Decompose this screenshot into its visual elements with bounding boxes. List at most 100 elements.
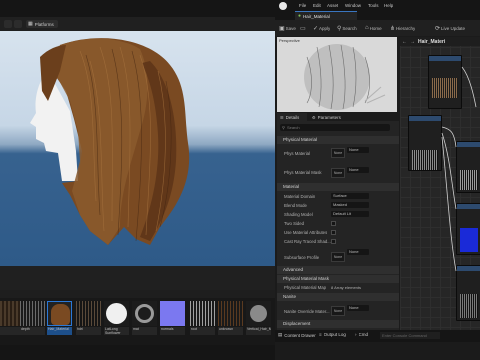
details-search-placeholder: Search: [286, 125, 300, 130]
cmd-label: Cmd: [358, 332, 369, 337]
asset-thumb-7[interactable]: [190, 301, 215, 326]
subsurface-profile-dropdown[interactable]: None: [347, 249, 369, 255]
menu-bar: File Edit Asset Window Tools Help: [275, 0, 480, 11]
asset-label-9: Vertical_Hair_Master: [246, 327, 271, 335]
nanite-override-swatch[interactable]: None: [331, 306, 345, 316]
section-physical-material-mask[interactable]: Physical Material Mask: [277, 275, 399, 283]
menu-file[interactable]: File: [299, 3, 306, 8]
phys-material-swatch[interactable]: None: [331, 148, 345, 158]
home-label: Home: [369, 25, 382, 31]
graph-wires: [441, 66, 477, 272]
platforms-button[interactable]: ▦ Platforms: [26, 20, 58, 28]
asset-label-7: root: [190, 327, 215, 335]
content-drawer-button[interactable]: ▤ Content Drawer: [278, 332, 316, 338]
search-button[interactable]: ⚲ Search: [337, 23, 357, 33]
asset-label-1: depth: [20, 327, 45, 335]
apply-button[interactable]: ✓ Apply: [313, 23, 330, 33]
section-advanced[interactable]: Advanced: [277, 266, 399, 274]
hierarchy-icon: ⋔: [390, 25, 396, 32]
asset-thumb-5[interactable]: [132, 301, 157, 326]
hierarchy-button[interactable]: ⋔ Hierarchy: [390, 23, 415, 33]
output-log-icon: ≡: [319, 332, 322, 337]
content-drawer-icon: ▤: [278, 332, 283, 337]
asset-label-5: mat: [132, 327, 157, 335]
asset-thumb-4[interactable]: [104, 301, 129, 326]
home-icon: ⌂: [365, 25, 369, 31]
cast-ray-traced-shadows-checkbox[interactable]: [331, 239, 336, 244]
nanite-override-material-label: Nanite Override Mater...: [284, 309, 330, 314]
save-label: Save: [285, 25, 296, 31]
menu-tools[interactable]: Tools: [368, 3, 379, 8]
menu-window[interactable]: Window: [345, 3, 361, 8]
home-button[interactable]: ⌂ Home: [365, 23, 382, 33]
apply-icon: ✓: [313, 25, 319, 32]
section-displacement-label: Displacement: [283, 321, 311, 326]
details-panel: ☰ Details ⚙ Parameters ⚲ Search Physical…: [277, 113, 399, 330]
section-advanced-label: Advanced: [283, 267, 304, 272]
use-material-attributes-checkbox[interactable]: [331, 230, 336, 235]
tab-parameters[interactable]: ⚙ Parameters: [309, 113, 349, 121]
material-graph[interactable]: ← → Hair_Materi: [400, 37, 480, 330]
section-physical-material-label: Physical Material: [283, 137, 318, 142]
shading-model-dropdown[interactable]: Default Lit: [331, 211, 369, 217]
phys-material-mask-dropdown[interactable]: None: [347, 167, 369, 173]
material-domain-dropdown[interactable]: Surface: [331, 193, 369, 199]
subsurface-profile-swatch[interactable]: None: [331, 252, 345, 262]
content-button[interactable]: [14, 20, 22, 28]
menu-edit[interactable]: Edit: [313, 3, 321, 8]
search-icon: ⚲: [282, 125, 285, 130]
asset-thumb-1[interactable]: [20, 301, 45, 326]
details-icon: ☰: [280, 114, 284, 120]
material-preview-viewport[interactable]: Perspective: [277, 37, 397, 112]
parameters-icon: ⚙: [312, 114, 316, 120]
cast-ray-traced-shadows-label: Cast Ray Traced Shad...: [284, 239, 331, 244]
details-search-input[interactable]: ⚲ Search: [280, 124, 390, 131]
hair-render: [30, 38, 190, 246]
tab-details[interactable]: ☰ Details: [277, 113, 307, 121]
viewport-top-bar: [0, 0, 275, 17]
status-bar: ▤ Content Drawer ≡ Output Log › Cmd Ente…: [275, 330, 480, 342]
physical-material-map-label: Physical Material Map: [284, 285, 327, 290]
section-nanite-label: Nanite: [283, 294, 297, 299]
browse-button[interactable]: ▭: [300, 23, 306, 33]
section-displacement[interactable]: Displacement: [277, 320, 399, 328]
blend-mode-dropdown[interactable]: Masked: [331, 202, 369, 208]
tab-hair-material[interactable]: ● Hair_Material: [295, 11, 357, 20]
phys-material-mask-swatch[interactable]: None: [331, 168, 345, 178]
search-icon: ⚲: [337, 25, 342, 32]
select-tool-button[interactable]: [4, 20, 12, 28]
output-log-button[interactable]: ≡ Output Log: [319, 332, 346, 337]
live-update-button[interactable]: ⟳ Live Update: [435, 23, 465, 33]
console-command-input[interactable]: Enter Console Command: [380, 332, 440, 339]
nanite-override-dropdown[interactable]: None: [347, 305, 369, 311]
blend-mode-label: Blend Mode: [284, 203, 307, 208]
phys-material-dropdown[interactable]: None: [347, 147, 369, 153]
menu-help[interactable]: Help: [384, 3, 393, 8]
live-update-label: Live Update: [441, 25, 466, 31]
apply-label: Apply: [319, 25, 331, 31]
material-domain-label: Material Domain: [284, 194, 316, 199]
section-physical-material[interactable]: Physical Material: [277, 136, 399, 144]
menu-asset[interactable]: Asset: [327, 3, 338, 8]
cmd-icon: ›: [355, 332, 357, 337]
asset-label-3: hdri: [76, 327, 101, 335]
asset-thumb-9[interactable]: [246, 301, 271, 326]
section-nanite[interactable]: Nanite: [277, 293, 399, 301]
asset-thumb-8[interactable]: [218, 301, 243, 326]
level-viewport[interactable]: ▦ Platforms: [0, 0, 275, 290]
phys-material-mask-label: Phys Material Mask: [284, 170, 322, 175]
content-drawer-label: Content Drawer: [284, 332, 316, 338]
asset-thumb-3[interactable]: [76, 301, 101, 326]
two-sided-checkbox[interactable]: [331, 221, 336, 226]
material-editor: File Edit Asset Window Tools Help ● Hair…: [275, 0, 480, 360]
search-label: Search: [342, 25, 357, 31]
cmd-button[interactable]: › Cmd: [355, 332, 368, 337]
tab-details-label: Details: [285, 114, 300, 120]
asset-thumb-6[interactable]: [160, 301, 185, 326]
asset-thumb-2-selected[interactable]: [47, 301, 72, 326]
section-material[interactable]: Material: [277, 183, 399, 191]
save-button[interactable]: ▣ Save: [279, 23, 296, 33]
content-browser: depth Hair_Material hdri LatLong Sunflow…: [0, 290, 275, 345]
viewport-scene[interactable]: [0, 31, 275, 267]
folder-icon: ▭: [300, 25, 306, 32]
